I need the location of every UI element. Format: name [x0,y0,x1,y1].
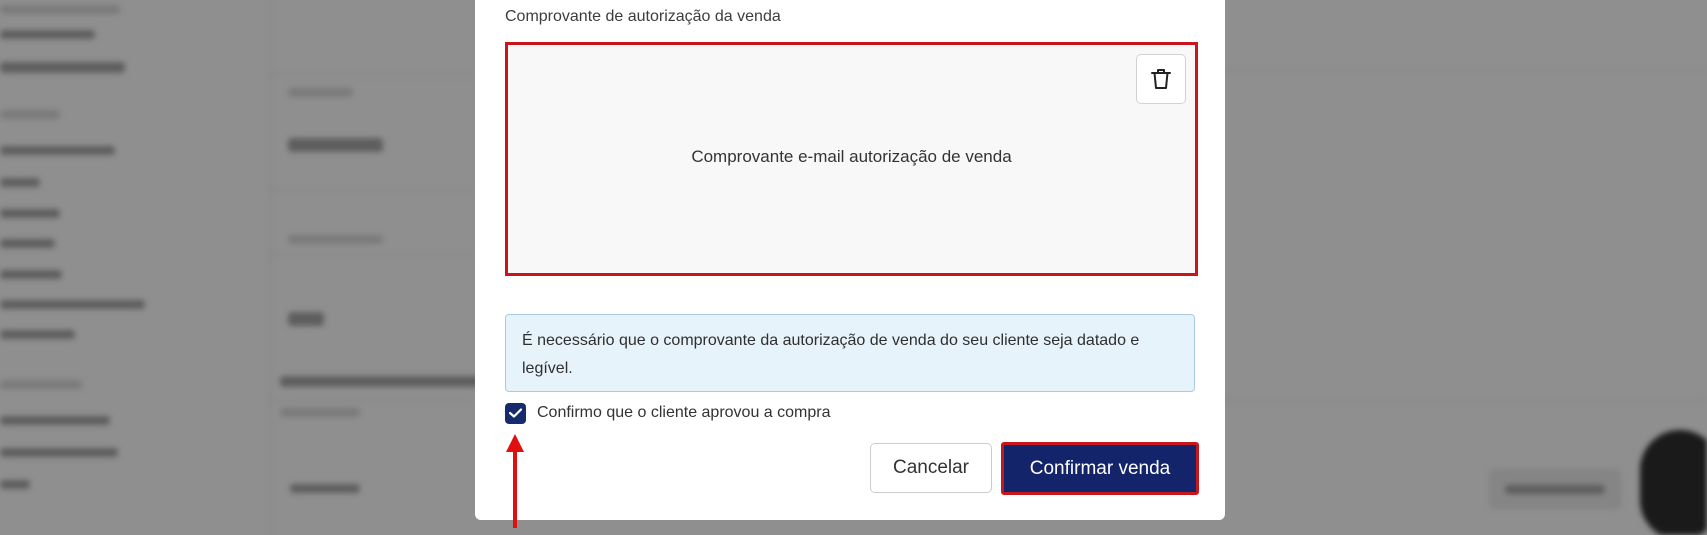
uploaded-receipt-box: Comprovante e-mail autorização de venda [505,42,1198,276]
uploaded-file-name: Comprovante e-mail autorização de venda [691,147,1012,166]
info-alert-text: É necessário que o comprovante da autori… [522,332,1140,377]
confirm-approval-checkbox-row[interactable]: Confirmo que o cliente aprovou a compra [505,402,831,424]
checkmark-icon [509,408,522,418]
confirm-approval-checkbox[interactable] [505,402,526,424]
background-sidebar [0,0,165,535]
annotation-arrow-icon [506,434,524,528]
receipt-field-label: Comprovante de autorização da venda [505,8,781,25]
trash-icon [1151,69,1171,89]
delete-file-button[interactable] [1136,54,1186,104]
info-alert: É necessário que o comprovante da autori… [505,314,1195,392]
sale-confirmation-modal: Comprovante de autorização da venda Comp… [475,0,1225,520]
cancel-button[interactable]: Cancelar [870,443,992,493]
confirm-sale-button[interactable]: Confirmar venda [1001,442,1199,495]
confirm-approval-label: Confirmo que o cliente aprovou a compra [537,404,831,421]
